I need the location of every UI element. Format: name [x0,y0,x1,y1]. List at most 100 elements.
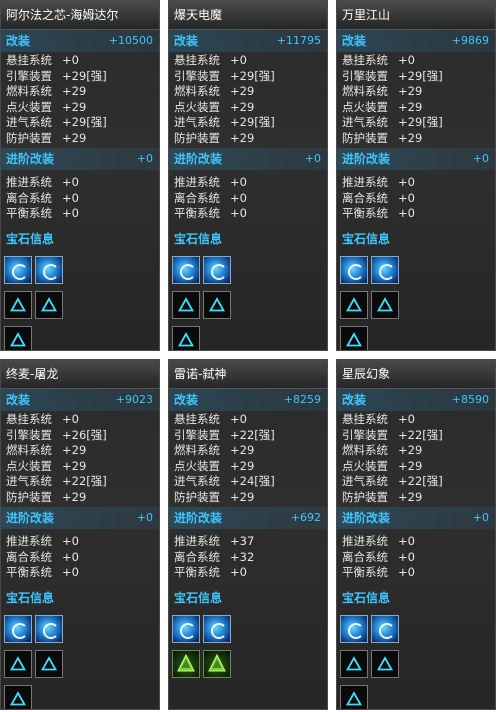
section-label: 进阶改装 [342,152,391,166]
stat-row: 悬挂系统 +0 [174,53,327,69]
stat-value: +29[强] [398,115,443,129]
mod-list: 悬挂系统 +0 引擎装置 +26[强] 燃料系统 +29 点火装置 +29 进气系统 +22[强]… [1,411,159,507]
blue-swirl-gem-icon[interactable] [371,255,399,284]
car-panel: 万里江山 改装 +9869 悬挂系统 +0 引擎装置 +29[强] 燃料系统 +29 点火装置 +2… [336,0,496,351]
blue-swirl-gem-icon[interactable] [4,614,32,643]
stat-label: 点火装置 [342,458,388,473]
stat-label: 平衡系统 [6,565,52,579]
section-header-advanced: 进阶改装 +0 [169,148,327,170]
stat-value: +0 [398,534,415,548]
blue-swirl-gem-icon[interactable] [35,614,63,643]
stat-label: 离合系统 [174,549,220,564]
triangle-empty-slot-icon[interactable] [340,290,368,319]
stat-label: 防护装置 [6,489,52,504]
stat-row: 离合系统 +0 [342,550,495,566]
triangle-empty-slot-icon[interactable] [4,649,32,678]
stat-row: 推进系统 +0 [6,534,159,550]
stat-row: 进气系统 +29[强] [174,115,327,131]
triangle-empty-slot-icon[interactable] [340,325,368,350]
stat-row: 平衡系统 +0 [6,206,159,222]
green-triangle-gem-icon[interactable] [172,649,200,678]
stat-label: 点火装置 [6,99,52,114]
stat-row: 悬挂系统 +0 [342,53,495,69]
blue-swirl-gem-icon[interactable] [203,614,231,643]
stat-label: 推进系统 [174,534,220,548]
stat-row: 燃料系统 +29 [174,443,327,459]
stat-row: 平衡系统 +0 [342,565,495,581]
stat-label: 推进系统 [342,175,388,189]
gem-row [340,255,495,291]
triangle-empty-slot-icon[interactable] [340,684,368,709]
section-header-mod: 改装 +11795 [169,30,327,52]
section-label: 宝石信息 [6,231,55,246]
mod-total: +11795 [276,34,321,47]
blue-swirl-gem-icon[interactable] [4,255,32,284]
blue-swirl-gem-icon[interactable] [340,614,368,643]
stat-value: +29 [62,458,87,473]
blue-swirl-gem-icon[interactable] [371,614,399,643]
stat-label: 悬挂系统 [6,53,52,67]
stat-label: 悬挂系统 [174,53,220,67]
stat-label: 平衡系统 [174,206,220,220]
stat-row: 离合系统 +0 [6,191,159,207]
triangle-empty-slot-icon[interactable] [4,684,32,709]
section-header-advanced: 进阶改装 +692 [169,507,327,529]
triangle-empty-slot-icon[interactable] [371,290,399,319]
triangle-empty-slot-icon[interactable] [35,649,63,678]
triangle-empty-slot-icon[interactable] [4,325,32,350]
gem-row [4,255,159,291]
gem-slots [1,609,159,709]
stat-label: 离合系统 [6,549,52,564]
stat-label: 防护装置 [342,130,388,145]
stat-row: 引擎装置 +22[强] [342,428,495,444]
green-triangle-gem-icon[interactable] [203,649,231,678]
gem-row [172,325,327,350]
section-header-mod: 改装 +8259 [169,389,327,411]
stat-row: 平衡系统 +0 [174,565,327,581]
stat-value: +26[强] [62,427,107,442]
blue-swirl-gem-icon[interactable] [35,255,63,284]
stat-value: +0 [230,53,247,67]
section-header-gems: 宝石信息 [1,587,159,609]
stat-label: 防护装置 [174,130,220,145]
gem-slots [169,609,327,685]
stat-row: 防护装置 +29 [174,131,327,147]
triangle-empty-slot-icon[interactable] [172,325,200,350]
stat-row: 防护装置 +29 [174,490,327,506]
triangle-empty-slot-icon[interactable] [203,290,231,319]
blue-swirl-gem-icon[interactable] [340,255,368,284]
stat-label: 防护装置 [174,489,220,504]
stat-row: 推进系统 +0 [342,175,495,191]
stat-row: 引擎装置 +29[强] [174,69,327,85]
stat-value: +29 [398,130,423,145]
mod-total: +8259 [283,393,321,406]
stat-label: 离合系统 [6,190,52,205]
mod-total: +9023 [115,393,153,406]
stat-label: 点火装置 [174,99,220,114]
gem-row [172,614,327,650]
triangle-empty-slot-icon[interactable] [371,649,399,678]
stat-row: 进气系统 +22[强] [6,474,159,490]
stat-row: 引擎装置 +26[强] [6,428,159,444]
triangle-empty-slot-icon[interactable] [172,290,200,319]
blue-swirl-gem-icon[interactable] [172,255,200,284]
blue-swirl-gem-icon[interactable] [203,255,231,284]
car-panel: 雷诺-弑神 改装 +8259 悬挂系统 +0 引擎装置 +22[强] 燃料系统 +29 点火装置 +… [168,359,328,710]
triangle-empty-slot-icon[interactable] [340,649,368,678]
stat-label: 平衡系统 [342,206,388,220]
stat-label: 平衡系统 [174,565,220,579]
stat-row: 防护装置 +29 [6,131,159,147]
blue-swirl-gem-icon[interactable] [172,614,200,643]
stat-row: 悬挂系统 +0 [342,412,495,428]
stat-row: 燃料系统 +29 [6,443,159,459]
stat-row: 点火装置 +29 [342,100,495,116]
triangle-empty-slot-icon[interactable] [4,290,32,319]
stat-row: 推进系统 +37 [174,534,327,550]
stat-row: 离合系统 +0 [342,191,495,207]
section-label: 进阶改装 [6,511,55,525]
stat-value: +29 [230,443,255,457]
car-name: 终麦-屠龙 [1,360,159,389]
adv-total: +0 [136,511,153,524]
triangle-empty-slot-icon[interactable] [35,290,63,319]
stat-value: +22[强] [398,427,443,442]
